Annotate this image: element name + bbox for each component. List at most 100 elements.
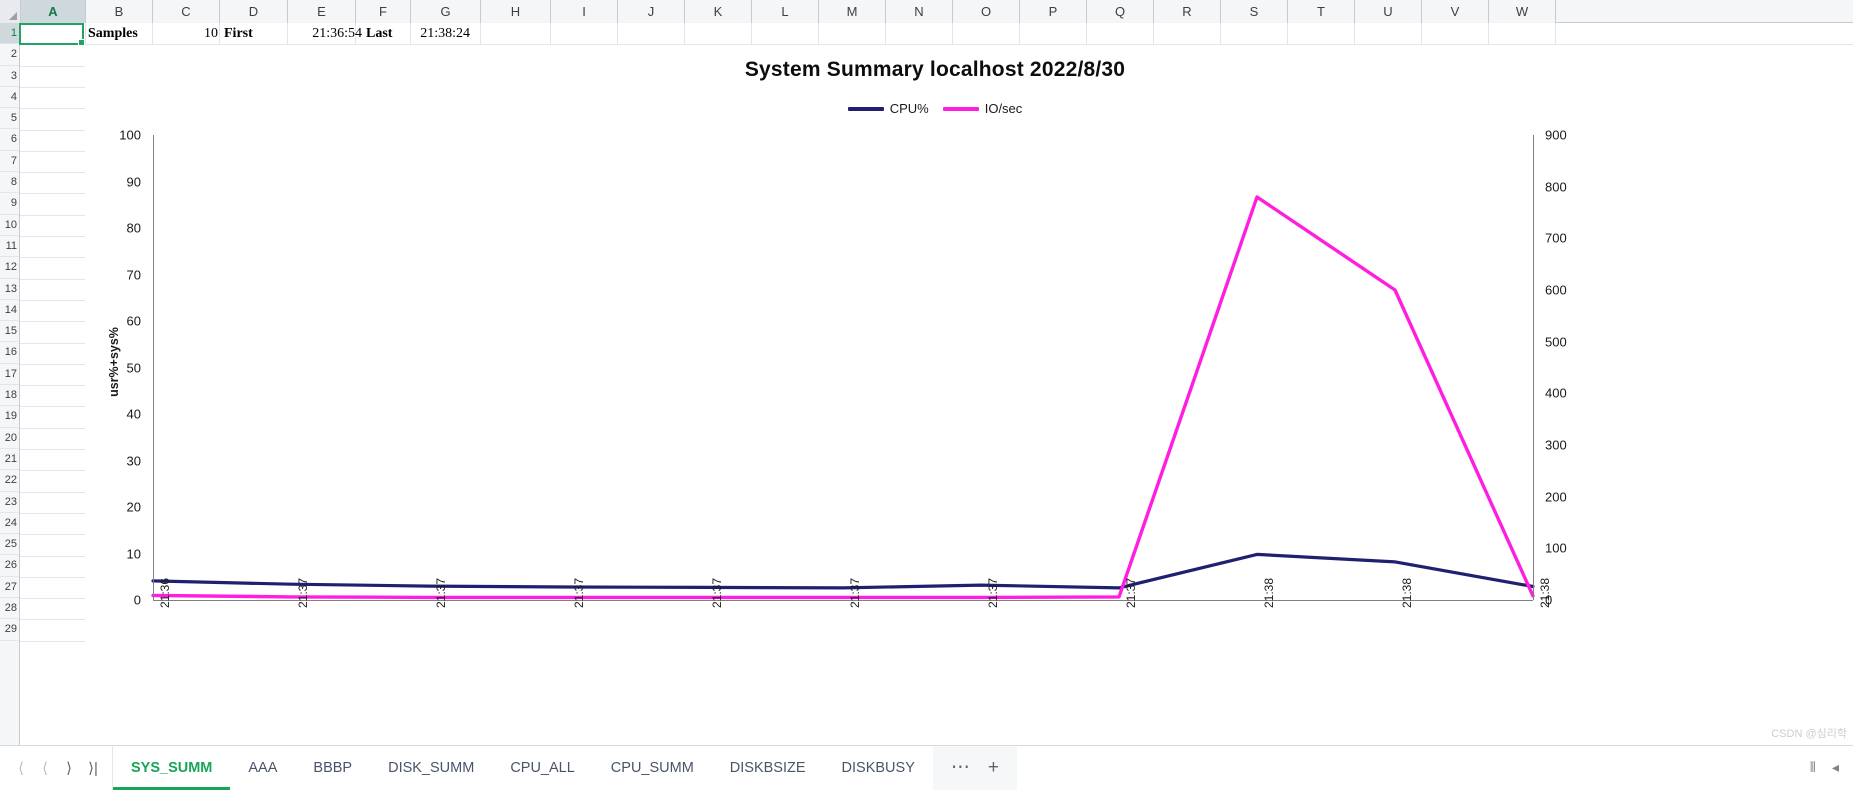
column-header-V[interactable]: V (1422, 0, 1489, 23)
column-header-M[interactable]: M (819, 0, 886, 23)
cell-D1[interactable]: First (224, 24, 288, 44)
x-axis-line (153, 600, 1533, 601)
row-header-17[interactable]: 17 (0, 364, 19, 386)
row-header-24[interactable]: 24 (0, 513, 19, 535)
row-header-5[interactable]: 5 (0, 108, 19, 130)
row-header-4[interactable]: 4 (0, 87, 19, 109)
column-header-S[interactable]: S (1221, 0, 1288, 23)
row-header-20[interactable]: 20 (0, 428, 19, 449)
column-header-R[interactable]: R (1154, 0, 1221, 23)
row-header-3[interactable]: 3 (0, 66, 19, 87)
column-header-O[interactable]: O (953, 0, 1020, 23)
column-header-P[interactable]: P (1020, 0, 1087, 23)
row-header-9[interactable]: 9 (0, 193, 19, 215)
chart-legend: CPU% IO/sec (85, 101, 1785, 116)
cell-G1[interactable]: 21:38:24 (406, 24, 470, 44)
legend-label: CPU% (889, 101, 929, 116)
row-header-27[interactable]: 27 (0, 577, 19, 599)
x-axis-tick-label: 21:37 (572, 577, 586, 608)
next-sheet-icon[interactable]: ⟩ (58, 755, 80, 781)
sheet-tab-aaa[interactable]: AAA (230, 746, 295, 790)
sheet-tab-disk-summ[interactable]: DISK_SUMM (370, 746, 492, 790)
x-axis-tick-label: 21:37 (296, 577, 310, 608)
y2-axis-tick-label: 0 (1545, 592, 1553, 608)
sheet-tab-cpu-summ[interactable]: CPU_SUMM (593, 746, 712, 790)
column-header-K[interactable]: K (685, 0, 752, 23)
column-header-F[interactable]: F (356, 0, 411, 23)
row-header-6[interactable]: 6 (0, 129, 19, 151)
row-header-16[interactable]: 16 (0, 342, 19, 364)
column-header-A[interactable]: A (21, 0, 86, 23)
active-cell[interactable] (19, 23, 85, 46)
row-header-11[interactable]: 11 (0, 236, 19, 258)
sheet-tab-diskbsize[interactable]: DISKBSIZE (712, 746, 824, 790)
row-header-19[interactable]: 19 (0, 406, 19, 428)
cell-F1[interactable]: Last (366, 24, 406, 44)
row-header-25[interactable]: 25 (0, 534, 19, 556)
row-header-12[interactable]: 12 (0, 257, 19, 279)
split-handle-icon[interactable]: ⦀ (1810, 759, 1816, 776)
row-header-10[interactable]: 10 (0, 215, 19, 236)
row-header-14[interactable]: 14 (0, 300, 19, 322)
last-sheet-icon[interactable]: ⟩| (82, 755, 104, 781)
row-header-26[interactable]: 26 (0, 555, 19, 577)
series-line-cpu- (151, 552, 1535, 590)
x-axis-tick-label: 21:38 (1400, 577, 1414, 608)
legend-item-io-sec[interactable]: IO/sec (942, 101, 1022, 116)
cell-C1[interactable]: 10 (160, 24, 218, 44)
select-all-corner[interactable] (0, 0, 21, 23)
column-header-W[interactable]: W (1489, 0, 1556, 23)
more-sheets-icon[interactable]: ⋯ (951, 758, 970, 777)
x-axis-tick-label: 21:38 (1538, 577, 1552, 608)
chart-object[interactable]: System Summary localhost 2022/8/30 CPU% I… (85, 45, 1853, 745)
row-header-2[interactable]: 2 (0, 44, 19, 66)
chart-title: System Summary localhost 2022/8/30 (744, 58, 1126, 81)
row-header-28[interactable]: 28 (0, 598, 19, 620)
sheet-tab-cpu-all[interactable]: CPU_ALL (492, 746, 592, 790)
column-header-I[interactable]: I (551, 0, 618, 23)
row-header-22[interactable]: 22 (0, 470, 19, 492)
row-header-18[interactable]: 18 (0, 385, 19, 407)
column-header-B[interactable]: B (86, 0, 153, 23)
x-axis-tick-label: 21:37 (1124, 577, 1138, 608)
row-header-13[interactable]: 13 (0, 279, 19, 300)
y-axis-tick-label: 100 (119, 127, 141, 143)
column-header-Q[interactable]: Q (1087, 0, 1154, 23)
row-header-1[interactable]: 1 (0, 23, 19, 45)
row-header-8[interactable]: 8 (0, 172, 19, 194)
row-header-29[interactable]: 29 (0, 619, 19, 641)
spreadsheet-window: ABCDEFGHIJKLMNOPQRSTUVW 1 2 3 4 5 6 7 8 9 10 11 12 1… (0, 0, 1853, 790)
series-line-io-sec (151, 195, 1535, 600)
column-header-J[interactable]: J (618, 0, 685, 23)
column-header-D[interactable]: D (220, 0, 288, 23)
row-header-column: 1 2 3 4 5 6 7 8 9 10 11 12 13 14 15 16 17 18 19 20 21 22 23 24 2… (0, 23, 20, 745)
column-header-N[interactable]: N (886, 0, 953, 23)
sheet-tab-diskbusy[interactable]: DISKBUSY (824, 746, 933, 790)
column-header-C[interactable]: C (153, 0, 220, 23)
column-header-T[interactable]: T (1288, 0, 1355, 23)
column-header-L[interactable]: L (752, 0, 819, 23)
right-axis-line (1533, 135, 1534, 600)
row-header-15[interactable]: 15 (0, 321, 19, 343)
legend-item-cpu-[interactable]: CPU% (847, 101, 929, 116)
sheet-tab-bbbp[interactable]: BBBP (295, 746, 370, 790)
column-header-H[interactable]: H (481, 0, 551, 23)
sheet-tab-tools: ⋯ + (932, 745, 1017, 790)
row-header-21[interactable]: 21 (0, 449, 19, 471)
row-header-7[interactable]: 7 (0, 151, 19, 173)
column-header-U[interactable]: U (1355, 0, 1422, 23)
row-header-23[interactable]: 23 (0, 492, 19, 513)
column-header-G[interactable]: G (411, 0, 481, 23)
sheet-nav-arrows: ⟨ ⟨ ⟩ ⟩| (0, 745, 113, 790)
y2-axis-tick-label: 700 (1545, 230, 1567, 246)
cell-B1[interactable]: Samples (88, 24, 156, 44)
scroll-left-icon[interactable]: ◂ (1832, 759, 1839, 776)
cell-E1[interactable]: 21:36:54 (290, 24, 362, 44)
column-header-E[interactable]: E (288, 0, 356, 23)
prev-sheet-icon[interactable]: ⟨ (34, 755, 56, 781)
fill-handle[interactable] (78, 39, 85, 46)
add-sheet-icon[interactable]: + (988, 758, 999, 777)
sheet-tab-sys-summ[interactable]: SYS_SUMM (113, 745, 231, 790)
y-axis-tick-label: 10 (126, 546, 141, 561)
first-sheet-icon[interactable]: ⟨ (10, 755, 32, 781)
